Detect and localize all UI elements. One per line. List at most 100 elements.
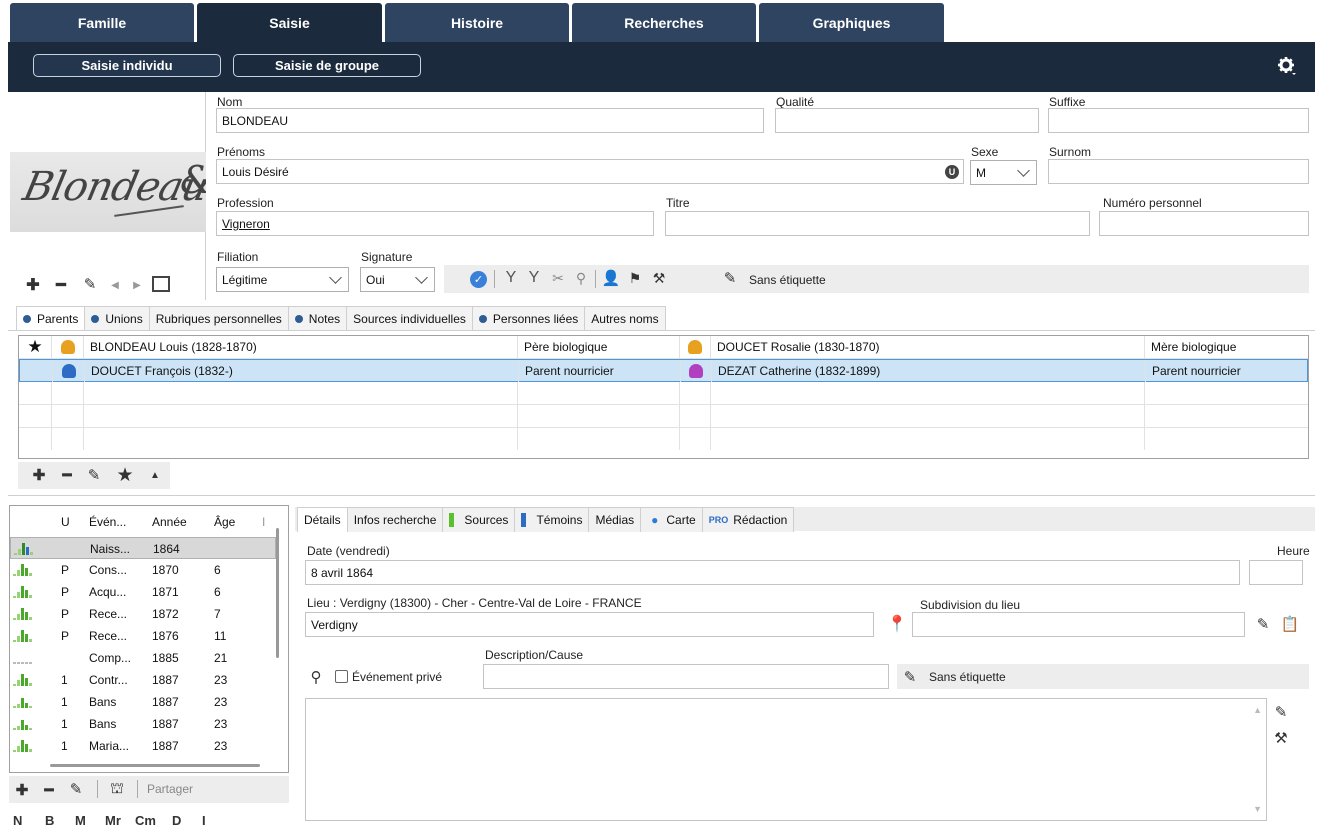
tab-saisie[interactable]: Saisie bbox=[197, 3, 382, 42]
edit-event-icon[interactable]: ✎ bbox=[68, 781, 84, 798]
table-row[interactable]: DOUCET François (1832-) Parent nourricie… bbox=[19, 359, 1308, 382]
header-age[interactable]: Âge bbox=[214, 515, 235, 529]
list-item[interactable]: P Rece... 1872 7 bbox=[10, 603, 276, 625]
check-icon[interactable]: ✓ bbox=[470, 271, 487, 288]
filiation-select[interactable]: Légitime bbox=[216, 267, 349, 292]
scroll-down-icon[interactable]: ▼ bbox=[1253, 804, 1262, 814]
pencil-icon[interactable]: ✎ bbox=[902, 668, 918, 686]
list-item[interactable]: 1 Contr... 1887 23 bbox=[10, 669, 276, 691]
add-photo-icon[interactable]: ✚ bbox=[26, 277, 40, 294]
scroll-up-icon[interactable]: ▲ bbox=[1253, 705, 1262, 715]
filter-cm[interactable]: Cm bbox=[135, 813, 172, 828]
lieu-field[interactable]: Verdigny bbox=[305, 612, 874, 637]
prev-photo-icon[interactable]: ◀ bbox=[108, 278, 122, 292]
qualite-field[interactable] bbox=[775, 108, 1039, 133]
tab-redaction[interactable]: PRO Rédaction bbox=[701, 507, 795, 532]
tab-sources-individuelles[interactable]: Sources individuelles bbox=[346, 306, 473, 330]
clipboard-icon[interactable]: 📋 bbox=[1281, 614, 1300, 634]
list-item[interactable]: P Acqu... 1871 6 bbox=[10, 581, 276, 603]
nom-field[interactable]: BLONDEAU bbox=[216, 108, 764, 133]
detail-sans-etiquette[interactable]: Sans étiquette bbox=[929, 670, 1006, 684]
add-parent-icon[interactable]: ✚ bbox=[32, 467, 46, 484]
filter-n[interactable]: N bbox=[13, 813, 45, 828]
table-row[interactable]: ★ BLONDEAU Louis (1828-1870) Père biolog… bbox=[19, 336, 1308, 359]
filter-mr[interactable]: Mr bbox=[105, 813, 135, 828]
person-icon[interactable]: 👤 bbox=[602, 269, 621, 287]
tab-details[interactable]: Détails bbox=[297, 507, 348, 532]
filter-i[interactable]: I bbox=[202, 813, 222, 828]
add-event-icon[interactable]: ✚ bbox=[15, 782, 29, 799]
edit-photo-icon[interactable]: ✎ bbox=[82, 276, 98, 293]
list-item[interactable]: P Rece... 1876 11 bbox=[10, 625, 276, 647]
list-item[interactable]: 1 Maria... 1887 23 bbox=[10, 735, 276, 757]
partager-button[interactable]: Partager bbox=[147, 782, 193, 796]
subdivision-field[interactable] bbox=[912, 612, 1245, 637]
heure-field[interactable] bbox=[1249, 560, 1303, 585]
saisie-de-groupe-button[interactable]: Saisie de groupe bbox=[233, 54, 421, 77]
tab-personnes-liees[interactable]: Personnes liées bbox=[471, 306, 586, 330]
tab-temoins[interactable]: Témoins bbox=[514, 507, 590, 532]
table-row[interactable] bbox=[19, 428, 1308, 451]
header-u[interactable]: U bbox=[61, 515, 70, 529]
list-item[interactable]: Comp... 1885 21 bbox=[10, 647, 276, 669]
remove-parent-icon[interactable]: ━ bbox=[60, 467, 74, 484]
list-item[interactable]: P Cons... 1870 6 bbox=[10, 559, 276, 581]
tab-parents[interactable]: Parents bbox=[16, 306, 86, 330]
remove-event-icon[interactable]: ━ bbox=[42, 782, 56, 799]
prenoms-field[interactable]: Louis Désiré bbox=[216, 159, 964, 184]
sans-etiquette-label[interactable]: Sans étiquette bbox=[749, 273, 826, 287]
filter-m[interactable]: M bbox=[75, 813, 105, 828]
gear-icon[interactable] bbox=[1277, 56, 1297, 76]
pencil-icon[interactable]: ✎ bbox=[1273, 703, 1289, 721]
tab-medias[interactable]: Médias bbox=[588, 507, 642, 532]
tab-autres-noms[interactable]: Autres noms bbox=[584, 306, 666, 330]
search-remove-icon[interactable]: ⚲ bbox=[572, 269, 590, 287]
link-parents-icon[interactable]: Y bbox=[503, 269, 519, 287]
list-item[interactable]: 1 Bans 1887 23 bbox=[10, 691, 276, 713]
filter-b[interactable]: B bbox=[45, 813, 75, 828]
description-field[interactable] bbox=[483, 664, 889, 689]
saisie-individu-button[interactable]: Saisie individu bbox=[33, 54, 221, 77]
table-row[interactable] bbox=[19, 382, 1308, 405]
signature-select[interactable]: Oui bbox=[360, 267, 435, 292]
prive-checkbox[interactable] bbox=[335, 670, 348, 683]
flag-icon[interactable]: ⚑ bbox=[627, 269, 643, 287]
hammer-icon[interactable]: ⚒ bbox=[651, 269, 667, 287]
edit-parent-icon[interactable]: ✎ bbox=[86, 467, 102, 484]
tab-graphiques[interactable]: Graphiques bbox=[759, 3, 944, 42]
sexe-select[interactable]: M bbox=[970, 160, 1037, 185]
u-badge-icon[interactable]: U bbox=[945, 165, 959, 179]
hammer-icon[interactable]: ⚒ bbox=[1273, 729, 1289, 747]
surnom-field[interactable] bbox=[1048, 159, 1309, 184]
header-annee[interactable]: Année bbox=[152, 515, 187, 529]
tab-recherches[interactable]: Recherches bbox=[572, 3, 756, 42]
pencil-icon[interactable]: ✎ bbox=[1255, 615, 1271, 633]
notes-textarea[interactable]: ▲ ▼ bbox=[305, 698, 1267, 821]
pencil-icon[interactable]: ✎ bbox=[722, 269, 738, 287]
cut-icon[interactable]: ✂ bbox=[550, 269, 566, 287]
numero-personnel-field[interactable] bbox=[1099, 211, 1309, 236]
person-search-icon[interactable]: ⚲ bbox=[306, 668, 326, 686]
date-field[interactable]: 8 avril 1864 bbox=[305, 560, 1240, 585]
share-icon[interactable]: ⛫ bbox=[108, 780, 126, 798]
list-item[interactable]: Naiss... 1864 bbox=[10, 537, 276, 559]
tab-infos-recherche[interactable]: Infos recherche bbox=[346, 507, 444, 532]
titre-field[interactable] bbox=[665, 211, 1090, 236]
tab-sources[interactable]: Sources bbox=[442, 507, 516, 532]
vertical-scrollbar[interactable] bbox=[276, 528, 279, 658]
filter-d[interactable]: D bbox=[172, 813, 202, 828]
next-photo-icon[interactable]: ▶ bbox=[130, 278, 144, 292]
tab-famille[interactable]: Famille bbox=[10, 3, 194, 42]
collapse-up-icon[interactable]: ▲ bbox=[148, 468, 162, 482]
map-pin-icon[interactable]: 📍 bbox=[887, 615, 907, 633]
unlink-parents-icon[interactable]: Y bbox=[526, 269, 542, 287]
horizontal-scrollbar[interactable] bbox=[50, 764, 260, 767]
header-evenement[interactable]: Évén... bbox=[89, 515, 126, 529]
film-icon[interactable] bbox=[152, 276, 170, 292]
tab-histoire[interactable]: Histoire bbox=[385, 3, 569, 42]
tab-rubriques[interactable]: Rubriques personnelles bbox=[148, 306, 289, 330]
profession-field[interactable]: Vigneron bbox=[216, 211, 654, 236]
suffixe-field[interactable] bbox=[1048, 108, 1309, 133]
star-icon[interactable]: ★ bbox=[19, 336, 52, 358]
table-row[interactable] bbox=[19, 405, 1308, 428]
